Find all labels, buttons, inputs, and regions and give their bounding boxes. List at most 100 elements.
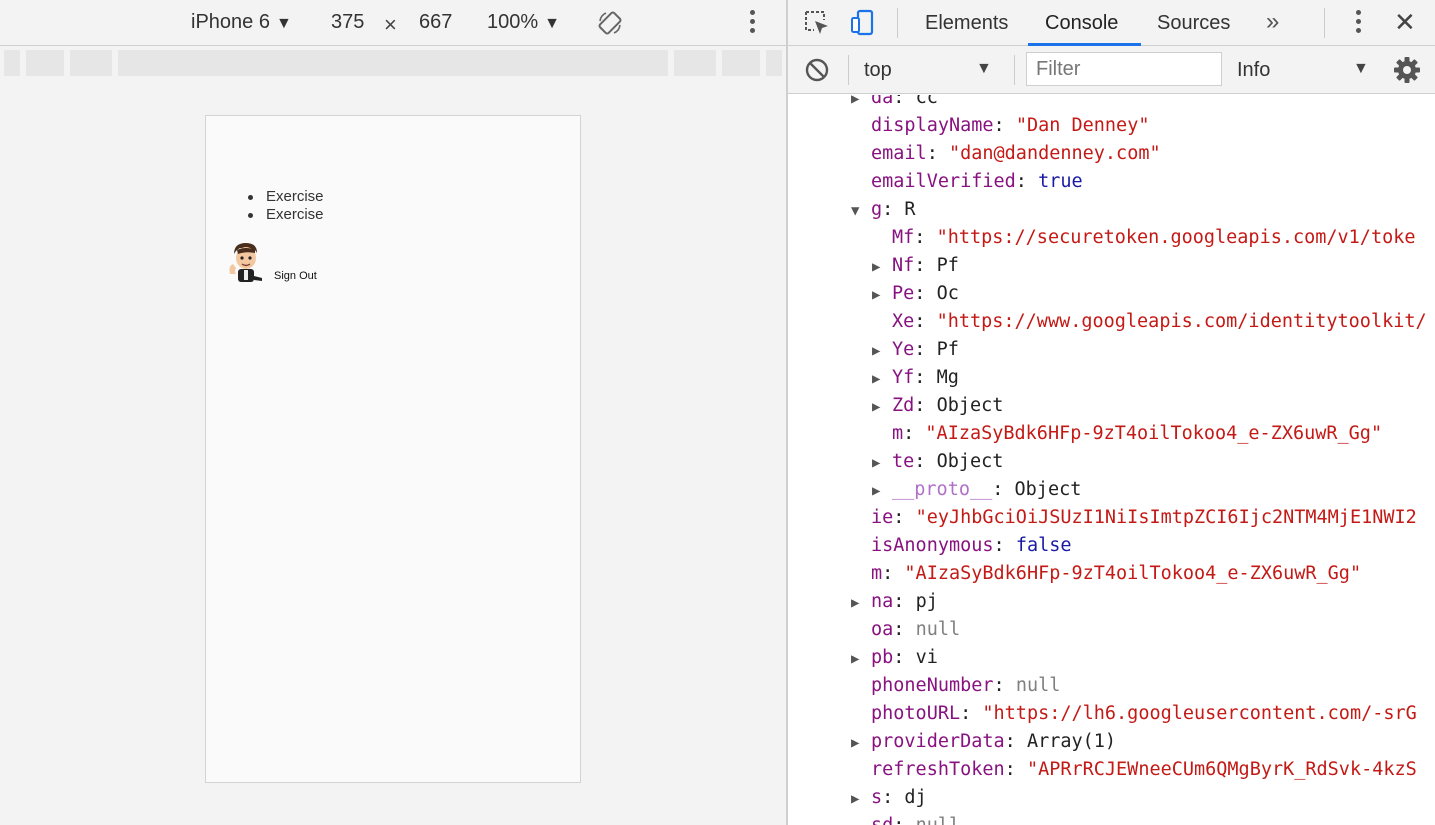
tab-console[interactable]: Console <box>1045 0 1118 46</box>
media-query-bar[interactable] <box>4 50 20 76</box>
expand-triangle-icon[interactable]: ▶ <box>872 393 892 421</box>
property-key: pb <box>871 647 894 668</box>
property-value: cc <box>915 95 938 108</box>
expand-triangle-icon[interactable]: ▶ <box>851 785 871 813</box>
property-key: emailVerified <box>871 171 1016 192</box>
log-level-select[interactable]: Info <box>1237 46 1270 94</box>
rotate-icon[interactable] <box>596 9 624 37</box>
console-tree-row: ie: "eyJhbGciOiJSUzI1NiIsImtpZCI6Ijc2NTM… <box>871 507 1417 528</box>
property-value: "AIzaSyBdk6HFp-9zT4oilTokoo4_e-ZX6uwR_Gg… <box>925 423 1383 444</box>
console-tree-row: photoURL: "https://lh6.googleusercontent… <box>871 703 1417 724</box>
property-value: null <box>915 619 961 640</box>
property-key: na <box>871 591 894 612</box>
collapse-triangle-icon[interactable]: ▼ <box>851 197 871 225</box>
dropdown-arrow-icon: ▼ <box>275 15 292 32</box>
console-tree-row: displayName: "Dan Denney" <box>871 115 1150 136</box>
property-value: true <box>1038 171 1083 192</box>
media-query-bar[interactable] <box>674 50 716 76</box>
property-key: da <box>871 95 894 108</box>
console-tree-row[interactable]: ▶ te: Object <box>872 448 1003 476</box>
tab-elements[interactable]: Elements <box>925 0 1008 46</box>
media-query-bar[interactable] <box>26 50 64 76</box>
dropdown-arrow-icon: ▼ <box>976 60 992 77</box>
tab-sources[interactable]: Sources <box>1157 0 1230 46</box>
property-value: Oc <box>936 283 959 304</box>
expand-triangle-icon[interactable]: ▶ <box>872 365 892 393</box>
expand-triangle-icon[interactable]: ▶ <box>872 449 892 477</box>
property-value: "https://www.googleapis.com/identitytool… <box>936 311 1427 332</box>
property-key: m <box>892 423 904 444</box>
console-tree-row: isAnonymous: false <box>871 535 1072 556</box>
console-tree-row[interactable]: ▶ __proto__: Object <box>872 476 1081 504</box>
filter-input[interactable] <box>1026 52 1222 86</box>
gear-icon[interactable] <box>1392 55 1422 85</box>
property-key: ie <box>871 507 894 528</box>
zoom-value: 100% <box>487 11 539 33</box>
console-tree-row[interactable]: ▶ pb: vi <box>851 644 938 672</box>
console-tree-row[interactable]: ▶ Nf: Pf <box>872 252 959 280</box>
property-key: s <box>871 787 883 808</box>
property-key: refreshToken <box>871 759 1005 780</box>
device-toggle-icon[interactable] <box>849 9 877 37</box>
media-query-bar[interactable] <box>722 50 760 76</box>
console-tree-row[interactable]: ▶ na: pj <box>851 588 938 616</box>
device-select[interactable]: iPhone 6 ▼ <box>191 0 292 46</box>
property-key: m <box>871 563 883 584</box>
expand-triangle-icon[interactable]: ▶ <box>851 95 871 113</box>
device-name: iPhone 6 <box>191 11 270 33</box>
console-tree-row[interactable]: ▶ s: dj <box>851 784 927 812</box>
property-value: "https://securetoken.googleapis.com/v1/t… <box>936 227 1416 248</box>
console-tree-row[interactable]: ▶ providerData: Array(1) <box>851 728 1116 756</box>
expand-triangle-icon[interactable]: ▶ <box>872 253 892 281</box>
list-item: Exercise <box>248 188 324 206</box>
devtools-menu-icon[interactable] <box>1356 10 1362 36</box>
media-query-bar[interactable] <box>766 50 782 76</box>
console-tree-row[interactable]: ▶ Yf: Mg <box>872 364 959 392</box>
clear-console-icon[interactable] <box>804 57 830 83</box>
console-toolbar: top ▼ Info ▼ <box>788 46 1435 94</box>
sign-out-button[interactable]: Sign Out <box>274 270 317 282</box>
dropdown-arrow-icon: ▼ <box>1353 60 1369 77</box>
devtools-panel: Elements Console Sources » ✕ top ▼ Info … <box>788 0 1435 825</box>
console-tree-row[interactable]: ▶ Zd: Object <box>872 392 1003 420</box>
console-tree-row[interactable]: ▼ g: R <box>851 196 916 224</box>
avatar <box>229 243 262 282</box>
width-field[interactable]: 375 <box>331 0 364 46</box>
height-field[interactable]: 667 <box>419 0 452 46</box>
console-tree-row: m: "AIzaSyBdk6HFp-9zT4oilTokoo4_e-ZX6uwR… <box>892 423 1383 444</box>
expand-triangle-icon[interactable]: ▶ <box>872 337 892 365</box>
expand-triangle-icon[interactable]: ▶ <box>851 645 871 673</box>
property-key: Zd <box>892 395 915 416</box>
console-tree-row: m: "AIzaSyBdk6HFp-9zT4oilTokoo4_e-ZX6uwR… <box>871 563 1362 584</box>
property-value: false <box>1015 535 1072 556</box>
devtools-tabbar: Elements Console Sources » ✕ <box>788 0 1435 46</box>
zoom-select[interactable]: 100% ▼ <box>487 0 560 46</box>
device-toolbar: iPhone 6 ▼ 375 × 667 100% ▼ <box>0 0 786 46</box>
media-query-bar[interactable] <box>70 50 112 76</box>
toolbar-separator <box>848 55 849 85</box>
toolbar-separator <box>1324 8 1325 38</box>
inspect-icon[interactable] <box>803 9 831 37</box>
console-tree-row: Mf: "https://securetoken.googleapis.com/… <box>892 227 1416 248</box>
property-value: dj <box>904 787 927 808</box>
expand-triangle-icon[interactable]: ▶ <box>851 589 871 617</box>
property-key: providerData <box>871 731 1005 752</box>
property-value: Object <box>936 395 1004 416</box>
device-more-icon[interactable] <box>750 10 756 36</box>
console-tree-row[interactable]: ▶ Pe: Oc <box>872 280 959 308</box>
dimension-separator: × <box>384 12 397 37</box>
more-tabs-icon[interactable]: » <box>1266 0 1279 46</box>
console-tree-row[interactable]: ▶ Ye: Pf <box>872 336 959 364</box>
property-key: Mf <box>892 227 915 248</box>
expand-triangle-icon[interactable]: ▶ <box>851 729 871 757</box>
property-key: email <box>871 143 927 164</box>
exercise-list: Exercise Exercise <box>248 188 324 224</box>
expand-triangle-icon[interactable]: ▶ <box>872 281 892 309</box>
dropdown-arrow-icon: ▼ <box>544 15 560 32</box>
context-select[interactable]: top <box>864 46 892 94</box>
close-icon[interactable]: ✕ <box>1394 0 1416 46</box>
console-tree-row[interactable]: ▶ da: cc <box>851 95 938 112</box>
expand-triangle-icon[interactable]: ▶ <box>872 477 892 505</box>
property-key: Yf <box>892 367 915 388</box>
media-query-bar[interactable] <box>118 50 668 76</box>
